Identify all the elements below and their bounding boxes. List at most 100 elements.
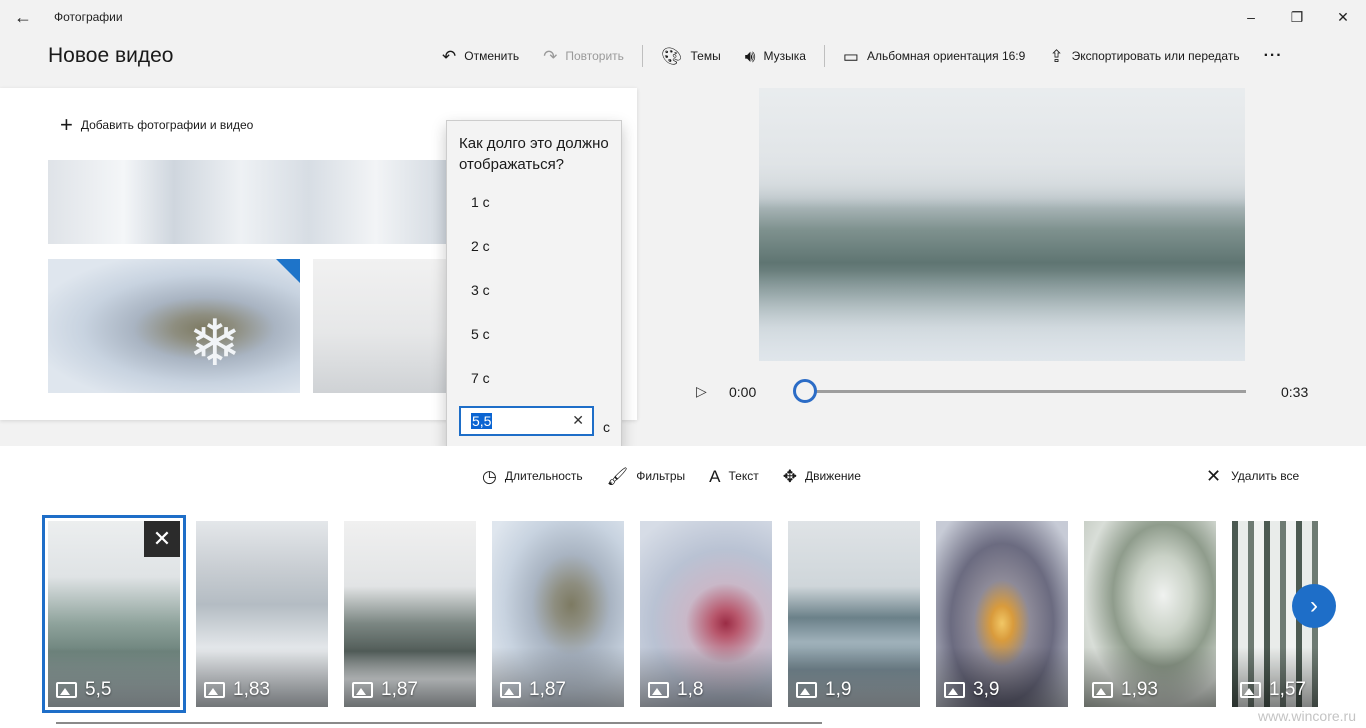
card-duration-badge: 1,93 (1092, 679, 1158, 701)
storyboard-card[interactable]: 1,87 (344, 521, 476, 707)
image-icon (500, 682, 521, 698)
duration-option[interactable]: 2 с (471, 238, 490, 254)
text-icon: A (709, 466, 721, 486)
main-toolbar: ↶ Отменить ↷ Повторить 🎨︎ Темы 🔊︎ Музыка… (430, 38, 1295, 74)
title-bar: ← Фотографии – ❐ ✕ (0, 0, 1366, 34)
card-duration-badge: 1,57 (1240, 679, 1306, 701)
duration-unit: с (603, 419, 610, 435)
orientation-label: Альбомная ориентация 16:9 (866, 49, 1026, 63)
themes-label: Темы (690, 49, 721, 63)
card-duration: 1,87 (529, 679, 566, 700)
undo-icon: ↶ (442, 46, 457, 66)
minimize-button[interactable]: – (1228, 0, 1274, 34)
card-duration-badge: 5,5 (56, 679, 111, 701)
text-button[interactable]: A Текст (697, 460, 771, 492)
card-duration: 5,5 (85, 679, 112, 700)
custom-duration-input[interactable]: 5,5 ✕ (459, 406, 594, 436)
next-arrow-icon[interactable]: › (1292, 584, 1336, 628)
preview-frost (759, 271, 1245, 361)
duration-option[interactable]: 3 с (471, 282, 490, 298)
delete-all-button[interactable]: ✕ Удалить все (1206, 460, 1299, 492)
storyboard-scrollbar[interactable] (56, 722, 822, 724)
storyboard-card[interactable]: 1,8 (640, 521, 772, 707)
share-icon: ⇪ (1049, 46, 1064, 66)
motion-icon: ✥ (782, 466, 797, 486)
app-title: Фотографии (54, 10, 123, 24)
storyboard-card[interactable]: ✕ 5,5 (42, 515, 186, 713)
add-photos-label: Добавить фотографии и видео (80, 118, 254, 132)
custom-duration-value: 5,5 (471, 413, 493, 429)
card-duration: 1,8 (677, 679, 704, 700)
card-duration: 1,87 (381, 679, 418, 700)
storyboard-card[interactable]: 1,9 (788, 521, 920, 707)
library-item[interactable]: ❄ (48, 259, 300, 393)
card-duration: 1,9 (825, 679, 852, 700)
seek-thumb[interactable] (793, 379, 817, 403)
page-title: Новое видео (48, 44, 174, 67)
card-duration-badge: 1,83 (204, 679, 270, 701)
remove-card-icon[interactable]: ✕ (144, 521, 180, 557)
storyboard-toolbar: ◷ Длительность 🖌︎ Фильтры A Текст ✥ Движ… (470, 460, 873, 492)
duration-question: Как долго это должно отображаться? (459, 135, 609, 173)
window-controls: – ❐ ✕ (1228, 0, 1366, 34)
palette-icon: 🎨︎ (660, 46, 683, 66)
motion-label: Движение (804, 469, 861, 483)
storyboard: ◷ Длительность 🖌︎ Фильтры A Текст ✥ Движ… (0, 446, 1366, 728)
image-icon (944, 682, 965, 698)
duration-option[interactable]: 5 с (471, 326, 490, 342)
storyboard-card[interactable]: 3,9 (936, 521, 1068, 707)
image-icon (1240, 682, 1261, 698)
library-item[interactable] (313, 259, 453, 393)
toolbar-divider (641, 45, 643, 67)
library-item[interactable] (48, 160, 468, 244)
undo-button[interactable]: ↶ Отменить (430, 38, 531, 74)
card-duration-badge: 3,9 (944, 679, 999, 701)
delete-all-label: Удалить все (1231, 469, 1300, 483)
clear-icon[interactable]: ✕ (572, 412, 584, 429)
close-icon: ✕ (1206, 465, 1222, 486)
duration-option[interactable]: 7 с (471, 370, 490, 386)
undo-label: Отменить (464, 49, 520, 63)
orientation-button[interactable]: ▭ Альбомная ориентация 16:9 (831, 38, 1037, 74)
total-time: 0:33 (1281, 384, 1309, 400)
filters-button[interactable]: 🖌︎ Фильтры (595, 460, 698, 492)
themes-button[interactable]: 🎨︎ Темы (649, 38, 733, 74)
more-options-button[interactable]: ··· (1252, 38, 1295, 74)
close-button[interactable]: ✕ (1320, 0, 1366, 34)
card-duration-badge: 1,87 (500, 679, 566, 701)
export-label: Экспортировать или передать (1071, 49, 1240, 63)
card-duration: 1,93 (1121, 679, 1158, 700)
clock-icon: ◷ (482, 466, 497, 486)
back-arrow-icon[interactable]: ← (0, 0, 46, 34)
plus-icon: + (60, 112, 73, 137)
image-icon (796, 682, 817, 698)
card-duration-badge: 1,87 (352, 679, 418, 701)
more-icon: ··· (1263, 47, 1283, 64)
card-duration: 1,57 (1269, 679, 1306, 700)
play-icon[interactable]: ▷ (696, 383, 707, 400)
restore-button[interactable]: ❐ (1274, 0, 1320, 34)
speaker-icon: 🔊︎ (744, 46, 756, 66)
image-icon (1092, 682, 1113, 698)
redo-label: Повторить (565, 49, 624, 63)
duration-option[interactable]: 1 с (471, 194, 490, 210)
duration-button[interactable]: ◷ Длительность (470, 460, 595, 492)
seek-track[interactable] (805, 390, 1246, 393)
redo-button[interactable]: ↷ Повторить (531, 38, 636, 74)
add-photos-button[interactable]: + Добавить фотографии и видео (60, 114, 253, 136)
duration-flyout: Как долго это должно отображаться? 1 с 2… (446, 120, 622, 450)
music-button[interactable]: 🔊︎ Музыка (733, 38, 818, 74)
filters-label: Фильтры (636, 469, 686, 483)
storyboard-card[interactable]: 1,87 (492, 521, 624, 707)
duration-label: Длительность (504, 469, 583, 483)
motion-button[interactable]: ✥ Движение (771, 460, 873, 492)
storyboard-card[interactable]: 1,93 (1084, 521, 1216, 707)
preview-fog (759, 88, 1245, 208)
card-duration: 1,83 (233, 679, 270, 700)
watermark: www.wincore.ru (1257, 708, 1356, 724)
brush-icon: 🖌︎ (606, 466, 629, 486)
export-button[interactable]: ⇪ Экспортировать или передать (1037, 38, 1251, 74)
storyboard-card[interactable]: 1,83 (196, 521, 328, 707)
aspect-ratio-icon: ▭ (842, 46, 859, 66)
card-duration-badge: 1,8 (648, 679, 703, 701)
